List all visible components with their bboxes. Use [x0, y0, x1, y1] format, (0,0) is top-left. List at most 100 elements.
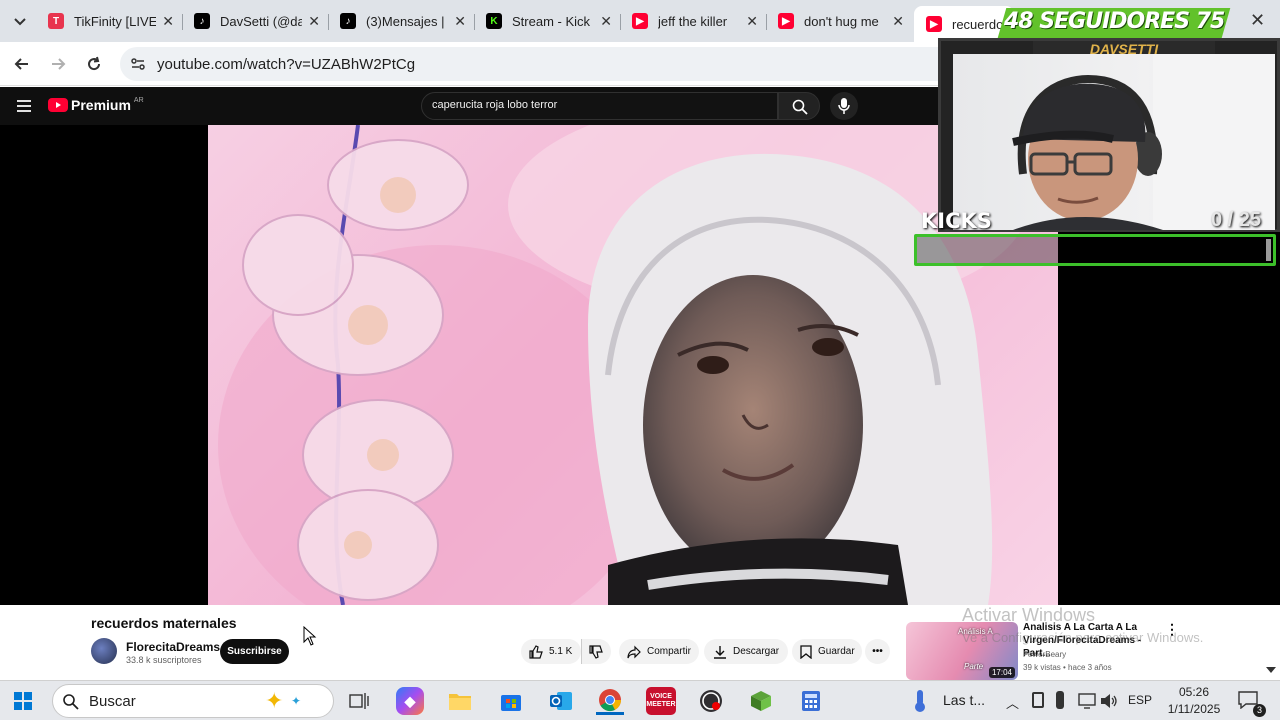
scroll-down-arrow[interactable]: [1266, 667, 1276, 673]
start-button[interactable]: [14, 692, 32, 715]
forward-button[interactable]: [48, 54, 68, 79]
microsoft-store-app[interactable]: [497, 687, 525, 715]
search-input[interactable]: caperucita roja lobo terror: [421, 92, 778, 120]
voice-search-button[interactable]: [830, 92, 858, 120]
tikfinity-icon: T: [48, 13, 64, 29]
share-icon: [627, 645, 641, 658]
bookmark-icon: [800, 644, 812, 659]
tiktok-icon: ♪: [194, 13, 210, 29]
tab-label: don't hug me: [804, 13, 879, 29]
search-placeholder: Buscar: [89, 693, 136, 710]
region-badge: AR: [133, 96, 144, 104]
chrome-app[interactable]: [596, 687, 624, 715]
channel-avatar[interactable]: [91, 638, 117, 664]
tab-label: TikFinity [LIVE: [74, 13, 156, 29]
windows-taskbar: Buscar ✦ ✦ ◆ VOICE MEETER Las t... ︿ ESP…: [0, 680, 1280, 720]
task-view-button[interactable]: [345, 687, 373, 715]
clock-date: 1/11/2025: [1167, 702, 1221, 716]
notification-badge: 3: [1253, 704, 1266, 717]
kicks-count: 0 / 25: [1211, 209, 1262, 231]
copilot-icon: ◆: [404, 692, 416, 709]
copilot-app[interactable]: ◆: [396, 687, 424, 715]
close-icon[interactable]: ✕: [600, 13, 612, 30]
thermometer-icon: [915, 690, 925, 712]
store-icon: [501, 695, 521, 711]
weather-text[interactable]: Las t...: [943, 692, 985, 708]
tab-tikfinity[interactable]: T TikFinity [LIVE ✕: [36, 6, 182, 36]
minecraft-app[interactable]: [747, 687, 775, 715]
followers-goal-text: 48 SEGUIDORES 75: [1004, 9, 1225, 34]
taskbar-search-box[interactable]: Buscar ✦ ✦: [52, 684, 334, 718]
obs-icon: [700, 690, 722, 712]
network-icon[interactable]: [1078, 693, 1096, 714]
back-arrow-icon: [14, 58, 28, 70]
more-actions-button[interactable]: •••: [865, 639, 890, 664]
download-button[interactable]: Descargar: [704, 639, 788, 664]
menu-button[interactable]: [17, 99, 31, 117]
subscriber-count: 33.8 k suscriptores: [126, 655, 202, 665]
subscribe-button[interactable]: Suscribirse: [220, 639, 289, 664]
forward-arrow-icon: [52, 58, 66, 70]
close-icon[interactable]: ✕: [892, 13, 904, 30]
tab-search-button[interactable]: [10, 11, 30, 31]
tab-jeff-the-killer[interactable]: ▶ jeff the killer ✕: [620, 6, 766, 36]
tab-tiktok-profile[interactable]: ♪ DavSetti (@da ✕: [182, 6, 328, 36]
file-explorer-app[interactable]: [446, 687, 474, 715]
site-info-icon[interactable]: [130, 56, 146, 77]
outlook-icon: [550, 692, 572, 710]
thumbs-down-icon: [589, 644, 603, 659]
tab-kick-stream[interactable]: K Stream - Kick ✕: [474, 6, 620, 36]
input-language-indicator[interactable]: ESP: [1128, 693, 1152, 707]
weather-widget[interactable]: [912, 689, 928, 718]
voicemeeter-app[interactable]: VOICE MEETER: [646, 687, 676, 715]
microphone-tray-icon[interactable]: [1056, 691, 1064, 709]
like-count: 5.1 K: [549, 646, 573, 657]
mouse-cursor-icon: [303, 626, 317, 646]
activate-windows-watermark: Activar Windows: [962, 605, 1096, 625]
tab-label: (3)Mensajes |: [366, 13, 445, 29]
logo-text: Premium: [71, 97, 131, 113]
obs-app[interactable]: [697, 687, 725, 715]
show-hidden-icons-chevron-icon[interactable]: ︿: [1006, 693, 1019, 712]
kicks-label: KICKS: [921, 209, 992, 233]
voicemeeter-icon-text: VOICE MEETER: [646, 693, 676, 708]
calculator-icon: [802, 691, 820, 711]
share-button[interactable]: Compartir: [619, 639, 699, 664]
download-icon: [714, 645, 726, 659]
kicks-progress-bar: [914, 234, 1276, 266]
tab-dont-hug-me[interactable]: ▶ don't hug me ✕: [766, 6, 912, 36]
channel-name[interactable]: FlorecitaDreams: [126, 640, 220, 654]
close-icon[interactable]: ✕: [162, 13, 174, 30]
microphone-icon: [838, 98, 850, 114]
related-video-channel[interactable]: FewerBeary: [1023, 650, 1066, 659]
url-text[interactable]: youtube.com/watch?v=UZABhW2PtCg: [157, 56, 415, 73]
like-button[interactable]: 5.1 K: [521, 639, 581, 664]
tiktok-icon: ♪: [340, 13, 356, 29]
video-frame[interactable]: [208, 125, 1058, 605]
tab-tiktok-messages[interactable]: ♪ (3)Mensajes | ✕: [328, 6, 474, 36]
search-icon: [792, 99, 808, 115]
dislike-button[interactable]: [581, 639, 611, 664]
close-icon[interactable]: ✕: [308, 13, 320, 30]
chevron-down-icon: [14, 18, 26, 26]
youtube-logo[interactable]: Premium AR: [48, 97, 144, 113]
system-clock[interactable]: 05:26 1/11/2025: [1164, 684, 1224, 718]
youtube-logo-icon: [48, 98, 68, 112]
grass-block-icon: [751, 691, 771, 711]
sparkle-icon: ✦: [291, 694, 302, 708]
folder-icon: [449, 694, 471, 710]
calculator-app[interactable]: [797, 687, 825, 715]
search-button[interactable]: [778, 92, 820, 120]
youtube-icon: ▶: [778, 13, 794, 29]
webcam-frame: DAVSETTI KICKS 0 / 25: [921, 38, 1280, 233]
tab-label: DavSetti (@da: [220, 13, 302, 29]
volume-icon[interactable]: [1100, 693, 1118, 714]
tab-label: jeff the killer: [658, 13, 728, 29]
back-button[interactable]: [12, 54, 32, 79]
tray-app-icon[interactable]: [1032, 692, 1044, 708]
close-icon[interactable]: ✕: [746, 13, 758, 30]
outlook-app[interactable]: [547, 687, 575, 715]
close-icon[interactable]: ✕: [454, 13, 466, 30]
save-button[interactable]: Guardar: [792, 639, 862, 664]
reload-button[interactable]: [84, 54, 104, 79]
